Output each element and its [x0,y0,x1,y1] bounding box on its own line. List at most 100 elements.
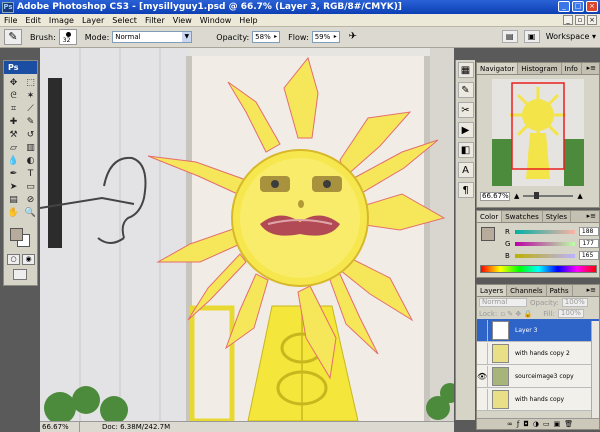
layer-row-sourceimage3-copy[interactable]: 👁 sourceimage3 copy [477,365,599,388]
screen-mode-icon[interactable] [13,269,27,280]
bridge-icon[interactable]: ▣ [523,30,540,43]
menu-file[interactable]: File [0,16,21,25]
brushes-panel-icon[interactable]: ▦ [457,62,474,78]
green-value[interactable]: 177 [579,239,600,248]
visibility-toggle[interactable] [477,342,488,364]
adjustment-layer-icon[interactable]: ◑ [533,419,539,429]
close-button[interactable]: × [586,1,598,12]
eraser-tool-icon[interactable]: ▱ [6,142,21,154]
doc-minimize-button[interactable]: _ [563,15,573,25]
tab-swatches[interactable]: Swatches [502,211,543,222]
character-icon[interactable]: A [457,162,474,178]
shape-tool-icon[interactable]: ▭ [23,181,38,193]
zoom-in-icon[interactable]: ▲ [577,192,582,200]
airbrush-icon[interactable]: ✈ [345,30,361,44]
tool-presets-icon[interactable]: ✎ [457,82,474,98]
notes-tool-icon[interactable]: ▤ [6,194,21,206]
panel-menu-icon[interactable]: ▸≡ [587,212,596,220]
menu-help[interactable]: Help [235,16,261,25]
visibility-toggle[interactable] [477,388,488,410]
tab-histogram[interactable]: Histogram [518,63,562,74]
dodge-tool-icon[interactable]: ◐ [23,155,38,167]
brush-picker[interactable]: 32 [58,29,77,45]
lasso-tool-icon[interactable]: ᘓ [6,90,21,102]
standard-mode-icon[interactable]: ○ [7,254,20,265]
type-tool-icon[interactable]: T [23,168,38,180]
blue-value[interactable]: 165 [578,251,599,260]
tab-navigator[interactable]: Navigator [477,63,519,74]
tab-info[interactable]: Info [562,63,582,74]
color-spectrum-ramp[interactable] [480,265,597,273]
menu-select[interactable]: Select [108,16,141,25]
tab-channels[interactable]: Channels [507,285,547,296]
workspace-menu[interactable]: Workspace ▾ [546,32,596,41]
slice-tool-icon[interactable]: ⟋ [23,103,38,115]
doc-close-button[interactable]: × [587,15,597,25]
doc-restore-button[interactable]: ▫ [575,15,585,25]
zoom-out-icon[interactable]: ▲ [514,192,519,200]
visibility-toggle[interactable] [477,319,488,341]
navigator-thumbnail[interactable] [492,79,584,186]
blend-mode-select[interactable]: Normal [479,298,527,307]
blue-slider[interactable] [514,253,575,258]
link-layers-icon[interactable]: ∞ [507,419,513,429]
blur-tool-icon[interactable]: 💧 [6,155,21,167]
brush-tool-preset-icon[interactable]: ✎ [4,29,22,45]
actions-icon[interactable]: ▶ [457,122,474,138]
zoom-slider-knob[interactable] [534,192,540,199]
zoom-level[interactable]: 66.67% [40,422,80,432]
marquee-tool-icon[interactable]: ⬚ [23,77,38,89]
brush-tool-icon[interactable]: ✎ [23,116,38,128]
document-canvas[interactable] [40,48,454,421]
opacity-input[interactable]: 58% ▸ [252,31,281,43]
quick-mask-icon[interactable]: ◉ [22,254,35,265]
gradient-tool-icon[interactable]: ▥ [23,142,38,154]
flow-input[interactable]: 59% ▸ [311,31,340,43]
tab-color[interactable]: Color [477,211,503,222]
menu-filter[interactable]: Filter [141,16,169,25]
zoom-slider[interactable] [523,192,574,199]
color-swatches[interactable] [4,225,37,251]
new-layer-icon[interactable]: ▣ [554,419,561,429]
zoom-tool-icon[interactable]: 🔍 [23,207,38,219]
pen-tool-icon[interactable]: ✒ [6,168,21,180]
trash-icon[interactable]: 🗑 [564,419,573,429]
menu-layer[interactable]: Layer [78,16,108,25]
layer-row-with-hands-copy-2[interactable]: with hands copy 2 [477,342,599,365]
history-brush-tool-icon[interactable]: ↺ [23,129,38,141]
palette-well-icon[interactable]: ▤ [501,30,518,43]
mode-select[interactable]: Normal ▼ [112,31,193,43]
hand-tool-icon[interactable]: ✋ [6,207,21,219]
move-tool-icon[interactable]: ✥ [6,77,21,89]
history-icon[interactable]: ◧ [457,142,474,158]
layer-row-layer-3[interactable]: Layer 3 [477,319,599,342]
layers-scrollbar[interactable] [591,321,599,419]
crop-tool-icon[interactable]: ⌗ [6,103,21,115]
red-value[interactable]: 188 [578,227,599,236]
layer-style-icon[interactable]: ƒ [517,419,519,429]
menu-image[interactable]: Image [45,16,78,25]
menu-view[interactable]: View [169,16,196,25]
eye-icon[interactable]: 👁 [477,365,488,387]
clone-stamp-tool-icon[interactable]: ⚒ [6,129,21,141]
fill-input[interactable]: 100% [557,309,584,318]
maximize-button[interactable]: □ [572,1,584,12]
red-slider[interactable] [514,229,575,234]
navigator-zoom-input[interactable]: 66.67% [480,191,510,201]
layer-row-with-hands-copy[interactable]: with hands copy [477,388,599,411]
eyedropper-tool-icon[interactable]: ⊘ [23,194,38,206]
layer-comps-icon[interactable]: ✂ [457,102,474,118]
paragraph-icon[interactable]: ¶ [457,182,474,198]
lock-icons[interactable]: ▫ ✎ ✥ 🔒 [500,310,532,318]
group-icon[interactable]: ▭ [543,419,550,429]
color-foreground-swatch[interactable] [481,227,495,241]
panel-menu-icon[interactable]: ▸≡ [587,286,596,294]
path-selection-tool-icon[interactable]: ➤ [6,181,21,193]
healing-brush-tool-icon[interactable]: ✚ [6,116,21,128]
magic-wand-tool-icon[interactable]: ✶ [23,90,38,102]
green-slider[interactable] [515,241,576,246]
foreground-color-swatch[interactable] [10,228,23,241]
tab-paths[interactable]: Paths [547,285,573,296]
tab-layers[interactable]: Layers [477,285,508,296]
layer-opacity-input[interactable]: 100% [561,298,588,307]
